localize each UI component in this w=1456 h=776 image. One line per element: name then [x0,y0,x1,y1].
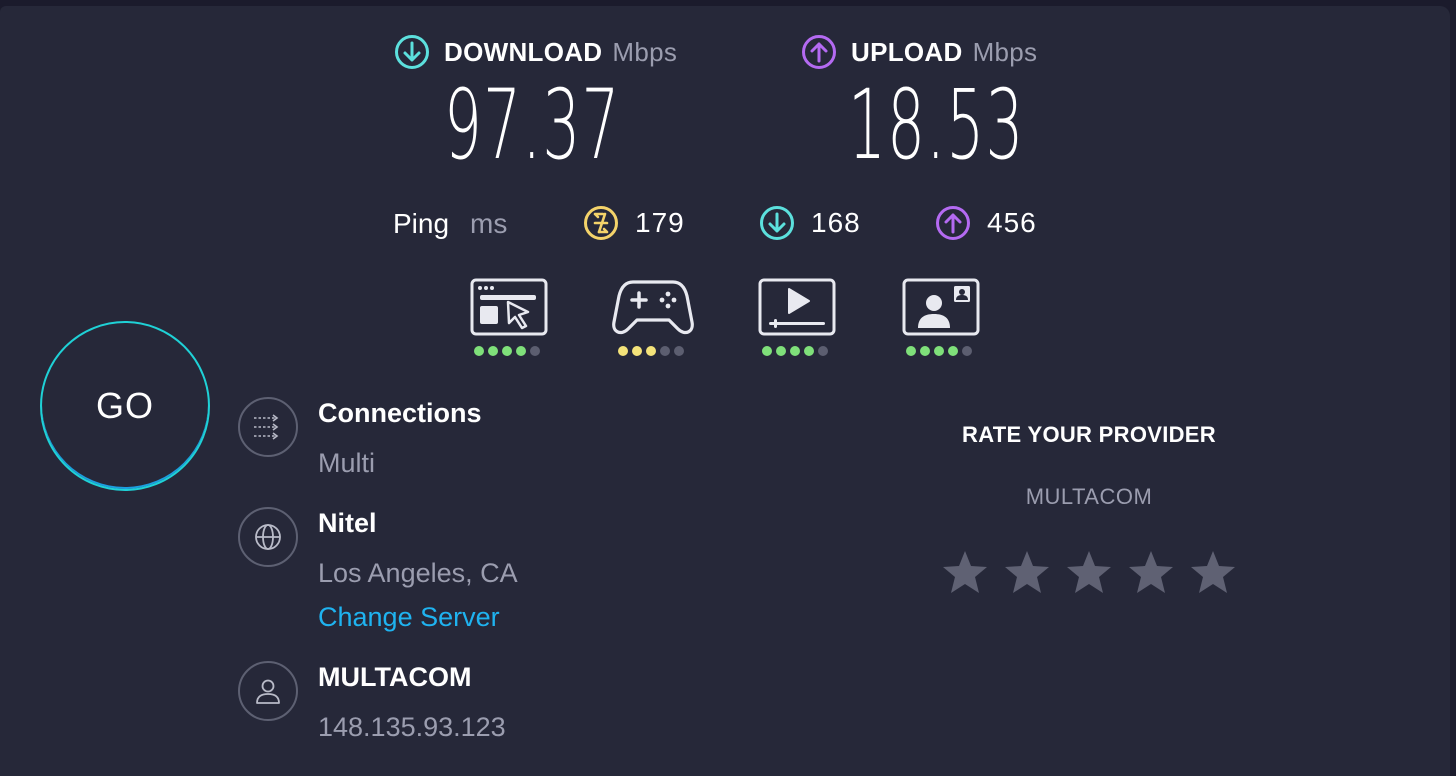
server-icon-wrap [238,507,298,567]
rate-provider-title: RATE YOUR PROVIDER [962,422,1216,447]
idle-latency-icon [584,206,618,240]
speedtest-panel [0,6,1450,776]
rating-dot [818,346,828,356]
web-browsing-rating [474,346,540,356]
connections-title: Connections [318,398,482,428]
rating-dot [646,346,656,356]
star-rating [940,548,1238,598]
rating-dot [618,346,628,356]
rating-dot [632,346,642,356]
rating-dot [906,346,916,356]
upload-arrow-icon [802,35,836,69]
connections-value: Multi [318,448,376,478]
rating-dot [920,346,930,356]
rating-dot [804,346,814,356]
change-server-link[interactable]: Change Server [318,602,500,633]
rating-dot [488,346,498,356]
video-streaming-rating [762,346,828,356]
isp-icon-wrap [238,661,298,721]
ping-idle: 179 [583,205,685,241]
rating-dot [660,346,670,356]
download-unit: Mbps [612,36,678,67]
rating-dot [934,346,944,356]
rate-provider-name: MULTACOM [1025,484,1153,509]
web-browsing-icon [470,278,548,336]
ping-unit: ms [470,208,508,239]
rating-dot [948,346,958,356]
rating-dot [474,346,484,356]
connections-icon [254,414,279,440]
isp-ip: 148.135.93.123 [318,712,506,742]
star-icon[interactable] [1126,548,1176,598]
ping-upload-value: 456 [987,207,1037,238]
gaming-rating [618,346,684,356]
server-name: Nitel [318,508,377,538]
star-icon[interactable] [1002,548,1052,598]
go-button[interactable]: GO [40,321,210,491]
star-icon[interactable] [1064,548,1114,598]
ping-download: 168 [759,205,861,241]
server-location: Los Angeles, CA [318,558,518,588]
download-value: 97.37 [444,69,621,181]
connections-icon-wrap [238,397,298,457]
ping-label: Ping [393,208,450,239]
rating-dot [674,346,684,356]
globe-icon [255,524,281,550]
rating-dot [762,346,772,356]
star-icon[interactable] [1188,548,1238,598]
rating-dot [530,346,540,356]
upload-header: UPLOAD Mbps [801,34,1037,70]
video-chat-icon [902,278,980,336]
star-icon[interactable] [940,548,990,598]
download-arrow-icon [395,35,429,69]
rating-dot [790,346,800,356]
ping-download-value: 168 [811,207,861,238]
upload-label: UPLOAD [851,36,963,67]
download-latency-icon [760,206,794,240]
upload-unit: Mbps [972,36,1038,67]
ping-row: Ping ms 179 168 456 [0,204,1456,248]
rating-dot [776,346,786,356]
download-label: DOWNLOAD [444,36,603,67]
user-icon [256,679,280,704]
ping-idle-value: 179 [635,207,685,238]
rating-dot [962,346,972,356]
rating-dot [502,346,512,356]
isp-name: MULTACOM [318,662,472,692]
download-header: DOWNLOAD Mbps [394,34,677,70]
upload-latency-icon [936,206,970,240]
gaming-icon [612,280,694,335]
video-chat-rating [906,346,972,356]
video-streaming-icon [758,278,836,336]
ping-upload: 456 [935,205,1037,241]
rating-dot [516,346,526,356]
upload-value: 18.53 [848,69,1025,181]
